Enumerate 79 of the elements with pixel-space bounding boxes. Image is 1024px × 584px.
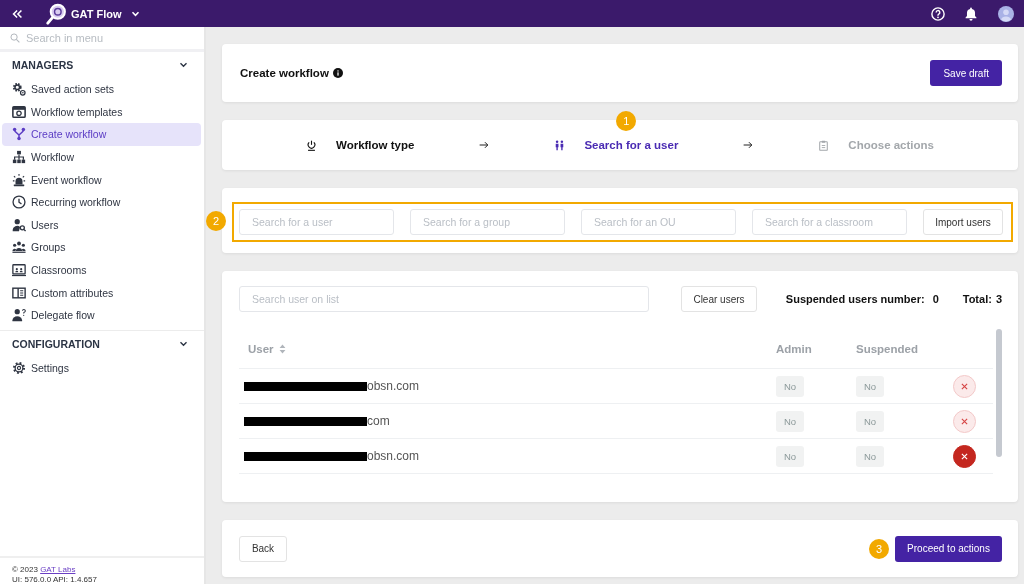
sidebar-item[interactable]: Settings [2, 356, 201, 380]
list-search-field[interactable]: Search user on list [239, 286, 649, 312]
gears-icon [12, 82, 26, 97]
search-field[interactable]: Search for an OU [581, 209, 736, 235]
close-icon [961, 382, 968, 390]
save-draft-button[interactable]: Save draft [930, 60, 1002, 86]
user-email: com [367, 414, 390, 428]
footer-link[interactable]: GAT Labs [40, 565, 76, 574]
proceed-button[interactable]: Proceed to actions [895, 535, 1002, 562]
sidebar-item[interactable]: Recurring workflow [2, 190, 201, 214]
section-title: CONFIGURATION [12, 337, 100, 350]
app-name[interactable]: GAT Flow [71, 7, 122, 20]
callout-marker: 1 [616, 111, 637, 131]
close-icon [961, 452, 968, 460]
menu-search-field[interactable]: Search in menu [26, 30, 194, 46]
chevron-icon[interactable] [179, 340, 188, 347]
template-icon [12, 104, 26, 119]
close-icon [961, 417, 968, 425]
columns-icon [12, 285, 26, 300]
notification-bell-icon[interactable] [964, 6, 978, 21]
arrow-right-icon [743, 140, 754, 150]
remove-button[interactable] [953, 444, 976, 468]
total-label: Total: [962, 293, 992, 305]
suspended-status-badge: No [856, 445, 884, 467]
total-count: 3 [995, 293, 1002, 305]
search-field[interactable]: Search for a group [410, 209, 565, 235]
user-search-icon [12, 217, 26, 232]
suspended-status-badge: No [856, 375, 884, 397]
sidebar-item[interactable]: Workflow templates [2, 100, 201, 124]
page-title: Create workflow [240, 67, 329, 79]
admin-status-badge: No [776, 445, 804, 467]
scrollbar[interactable] [996, 329, 1002, 457]
suspended-count-label: Suspended users number: [785, 293, 925, 305]
sidebar-item[interactable]: Saved action sets [2, 78, 201, 101]
search-field[interactable]: Search for a classroom [752, 209, 907, 235]
chevron-icon[interactable] [179, 62, 188, 68]
section-title: MANAGERS [12, 59, 74, 71]
callout-marker: 3 [869, 538, 889, 559]
classroom-icon [12, 263, 26, 278]
column-header: Admin [776, 342, 812, 355]
sidebar-item[interactable]: Delegate flow [2, 303, 201, 327]
sidebar-item[interactable]: Create workflow [2, 123, 201, 146]
branch-icon [12, 127, 26, 142]
chevron-down-icon[interactable] [130, 10, 140, 17]
magnifier-logo-icon[interactable] [46, 2, 66, 25]
settings-icon [12, 360, 26, 375]
double-chevron-left-icon[interactable] [12, 8, 23, 19]
sidebar-item[interactable]: Users [2, 213, 201, 237]
clock-icon [12, 195, 26, 210]
info-icon[interactable] [332, 68, 343, 78]
import-users-button[interactable]: Import users [923, 209, 1003, 235]
sidebar-item[interactable]: Custom attributes [2, 281, 201, 304]
arrow-right-icon [479, 140, 490, 150]
admin-status-badge: No [776, 375, 804, 397]
back-button[interactable]: Back [239, 535, 287, 562]
column-header: Suspended [856, 342, 918, 355]
hierarchy-icon [12, 150, 26, 165]
clear-users-button[interactable]: Clear users [681, 286, 757, 312]
avatar-icon[interactable] [998, 5, 1014, 22]
suspended-status-badge: No [856, 410, 884, 432]
callout-marker: 2 [206, 210, 226, 231]
sidebar-item[interactable]: Workflow [2, 145, 201, 169]
sidebar-item[interactable]: Event workflow [2, 168, 201, 191]
search-field[interactable]: Search for a user [239, 209, 394, 235]
step-label[interactable]: Workflow type [336, 139, 415, 151]
step-label[interactable]: Search for a user [584, 139, 679, 151]
admin-status-badge: No [776, 410, 804, 432]
sidebar-item[interactable]: Groups [2, 236, 201, 259]
sidebar-item[interactable]: Classrooms [2, 258, 201, 282]
user-email: obsn.com [367, 449, 420, 463]
version-text: UI: 576.0.0 API: 1.4.657 [12, 574, 98, 584]
help-icon[interactable] [931, 6, 945, 21]
search-icon [10, 33, 20, 43]
siren-icon [12, 172, 26, 187]
user-email: obsn.com [367, 379, 420, 393]
user-question-icon [12, 308, 26, 323]
group-icon [12, 240, 26, 255]
suspended-count: 0 [932, 293, 939, 305]
copyright-text: © 2023 GAT Labs [12, 565, 77, 575]
